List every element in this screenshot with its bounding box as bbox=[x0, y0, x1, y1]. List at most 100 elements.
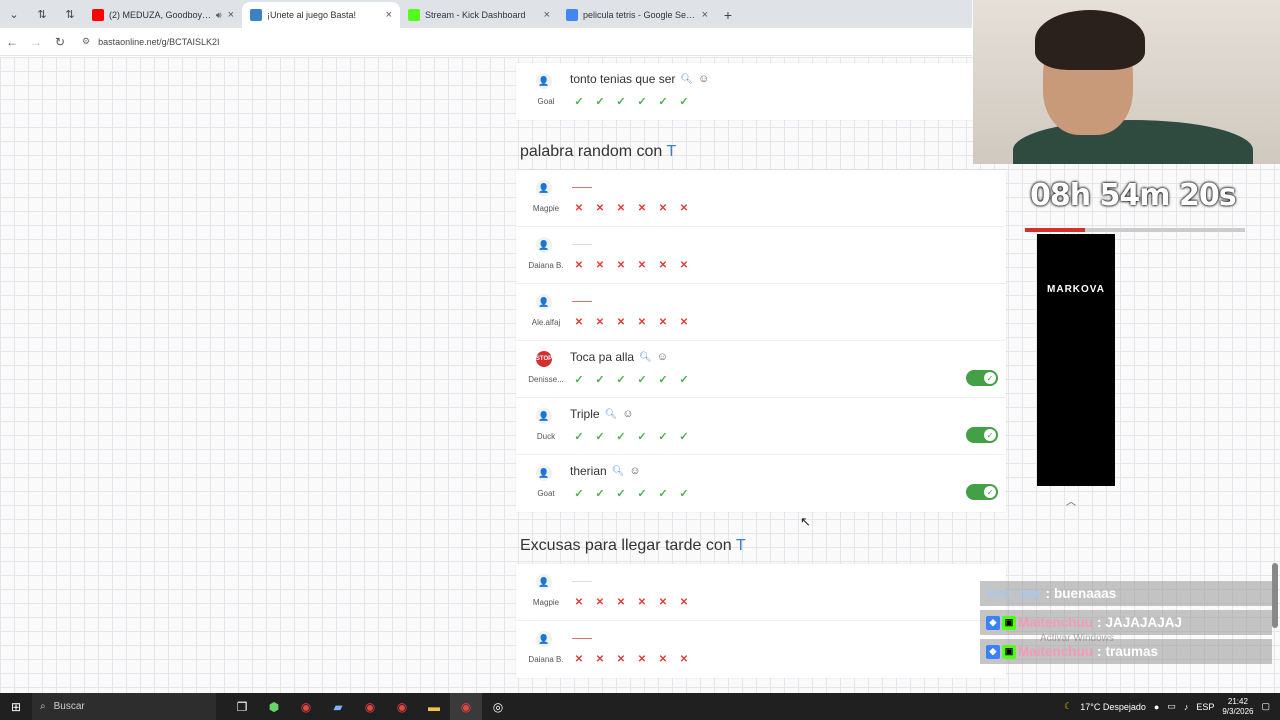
cross-icon[interactable]: ✕ bbox=[677, 595, 691, 609]
cross-icon[interactable]: ✕ bbox=[614, 201, 628, 215]
search-icon[interactable]: 🔍︎ bbox=[639, 352, 652, 363]
cross-icon[interactable]: ✕ bbox=[572, 652, 586, 666]
obs-icon[interactable]: ◎ bbox=[482, 693, 514, 720]
check-icon[interactable]: ✓ bbox=[572, 94, 586, 108]
tab-group-icon-2[interactable]: ⇅ bbox=[56, 0, 84, 28]
valid-toggle[interactable] bbox=[966, 427, 998, 443]
cross-icon[interactable]: ✕ bbox=[572, 201, 586, 215]
emoji-icon[interactable]: ☺ bbox=[622, 408, 633, 420]
check-icon[interactable]: ✓ bbox=[656, 429, 670, 443]
back-icon[interactable]: ← bbox=[0, 35, 24, 49]
check-icon[interactable]: ✓ bbox=[593, 94, 607, 108]
search-icon[interactable]: 🔍︎ bbox=[605, 409, 618, 420]
cross-icon[interactable]: ✕ bbox=[656, 652, 670, 666]
emoji-icon[interactable]: ☺ bbox=[657, 351, 668, 363]
cross-icon[interactable]: ✕ bbox=[614, 652, 628, 666]
cross-icon[interactable]: ✕ bbox=[593, 652, 607, 666]
cross-icon[interactable]: ✕ bbox=[593, 315, 607, 329]
check-icon[interactable]: ✓ bbox=[677, 372, 691, 386]
check-icon[interactable]: ✓ bbox=[635, 486, 649, 500]
check-icon[interactable]: ✓ bbox=[656, 94, 670, 108]
cross-icon[interactable]: ✕ bbox=[614, 315, 628, 329]
lang-indicator[interactable]: ESP bbox=[1196, 702, 1214, 712]
task-view-icon[interactable]: ❐ bbox=[226, 693, 258, 720]
cross-icon[interactable]: ✕ bbox=[614, 258, 628, 272]
chrome-icon-active[interactable]: ◉ bbox=[450, 693, 482, 720]
check-icon[interactable]: ✓ bbox=[614, 486, 628, 500]
check-icon[interactable]: ✓ bbox=[677, 94, 691, 108]
tab-list-icon[interactable]: ⌄ bbox=[0, 0, 28, 28]
check-icon[interactable]: ✓ bbox=[572, 429, 586, 443]
cross-icon[interactable]: ✕ bbox=[656, 595, 670, 609]
chrome-icon-3[interactable]: ◉ bbox=[386, 693, 418, 720]
chrome-icon-2[interactable]: ◉ bbox=[354, 693, 386, 720]
chevron-up-icon[interactable]: ︿ bbox=[1066, 493, 1076, 508]
check-icon[interactable]: ✓ bbox=[677, 486, 691, 500]
clock[interactable]: 21:42 9/3/2026 bbox=[1222, 697, 1253, 717]
browser-tab[interactable]: Stream - Kick Dashboard × bbox=[400, 2, 558, 28]
app-icon[interactable]: ⬢ bbox=[258, 693, 290, 720]
check-icon[interactable]: ✓ bbox=[635, 429, 649, 443]
weather-text[interactable]: 17°C Despejado bbox=[1080, 702, 1146, 712]
browser-tab[interactable]: ¡Unete al juego Basta! × bbox=[242, 2, 400, 28]
browser-tab[interactable]: (2) MEDUZA, Goodboys - H 🔊︎ × bbox=[84, 2, 242, 28]
reload-icon[interactable]: ↻ bbox=[48, 35, 72, 49]
check-icon[interactable]: ✓ bbox=[614, 372, 628, 386]
cross-icon[interactable]: ✕ bbox=[677, 258, 691, 272]
emoji-icon[interactable]: ☺ bbox=[698, 73, 709, 85]
cross-icon[interactable]: ✕ bbox=[677, 315, 691, 329]
folder-icon[interactable]: ▬ bbox=[418, 693, 450, 720]
close-tab-icon[interactable]: × bbox=[386, 9, 392, 21]
chrome-icon[interactable]: ◉ bbox=[290, 693, 322, 720]
emoji-icon[interactable]: ☺ bbox=[629, 465, 640, 477]
check-icon[interactable]: ✓ bbox=[656, 486, 670, 500]
app-icon-2[interactable]: ▰ bbox=[322, 693, 354, 720]
search-icon[interactable]: 🔍︎ bbox=[680, 74, 693, 85]
check-icon[interactable]: ✓ bbox=[656, 372, 670, 386]
close-tab-icon[interactable]: × bbox=[228, 9, 234, 21]
speaker-icon[interactable]: 🔊︎ bbox=[216, 10, 222, 21]
cross-icon[interactable]: ✕ bbox=[572, 595, 586, 609]
tab-group-icon[interactable]: ⇅ bbox=[28, 0, 56, 28]
cross-icon[interactable]: ✕ bbox=[635, 652, 649, 666]
valid-toggle[interactable] bbox=[966, 484, 998, 500]
cross-icon[interactable]: ✕ bbox=[656, 201, 670, 215]
cross-icon[interactable]: ✕ bbox=[656, 258, 670, 272]
valid-toggle[interactable] bbox=[966, 370, 998, 386]
weather-icon[interactable]: ☾ bbox=[1064, 701, 1072, 712]
cross-icon[interactable]: ✕ bbox=[635, 595, 649, 609]
windows-start-icon[interactable]: ⊞ bbox=[0, 693, 32, 720]
url-field[interactable]: ⚙ bastaonline.net/g/BCTAISLK2I bbox=[82, 36, 220, 47]
volume-icon[interactable]: ♪ bbox=[1184, 702, 1189, 712]
close-tab-icon[interactable]: × bbox=[544, 9, 550, 21]
cross-icon[interactable]: ✕ bbox=[677, 201, 691, 215]
check-icon[interactable]: ✓ bbox=[572, 372, 586, 386]
cross-icon[interactable]: ✕ bbox=[572, 315, 586, 329]
cross-icon[interactable]: ✕ bbox=[572, 258, 586, 272]
cross-icon[interactable]: ✕ bbox=[677, 652, 691, 666]
browser-tab[interactable]: pelicula tetris - Google Search × bbox=[558, 2, 716, 28]
network-icon[interactable]: ▭ bbox=[1167, 701, 1176, 712]
check-icon[interactable]: ✓ bbox=[635, 94, 649, 108]
search-icon[interactable]: 🔍︎ bbox=[612, 466, 625, 477]
ad-banner[interactable]: MARKOVA bbox=[1037, 234, 1115, 486]
cross-icon[interactable]: ✕ bbox=[593, 595, 607, 609]
check-icon[interactable]: ✓ bbox=[593, 429, 607, 443]
close-tab-icon[interactable]: × bbox=[702, 9, 708, 21]
check-icon[interactable]: ✓ bbox=[593, 486, 607, 500]
forward-icon[interactable]: → bbox=[24, 35, 48, 49]
mic-icon[interactable]: ● bbox=[1154, 702, 1159, 712]
check-icon[interactable]: ✓ bbox=[572, 486, 586, 500]
cross-icon[interactable]: ✕ bbox=[593, 201, 607, 215]
notifications-icon[interactable]: ▢ bbox=[1261, 701, 1270, 712]
page-scrollbar[interactable] bbox=[1272, 563, 1278, 628]
check-icon[interactable]: ✓ bbox=[614, 94, 628, 108]
cross-icon[interactable]: ✕ bbox=[656, 315, 670, 329]
check-icon[interactable]: ✓ bbox=[677, 429, 691, 443]
cross-icon[interactable]: ✕ bbox=[614, 595, 628, 609]
cross-icon[interactable]: ✕ bbox=[635, 201, 649, 215]
taskbar-search[interactable]: ⌕ Buscar bbox=[32, 693, 216, 720]
check-icon[interactable]: ✓ bbox=[593, 372, 607, 386]
cross-icon[interactable]: ✕ bbox=[635, 258, 649, 272]
new-tab-button[interactable]: + bbox=[716, 2, 740, 28]
